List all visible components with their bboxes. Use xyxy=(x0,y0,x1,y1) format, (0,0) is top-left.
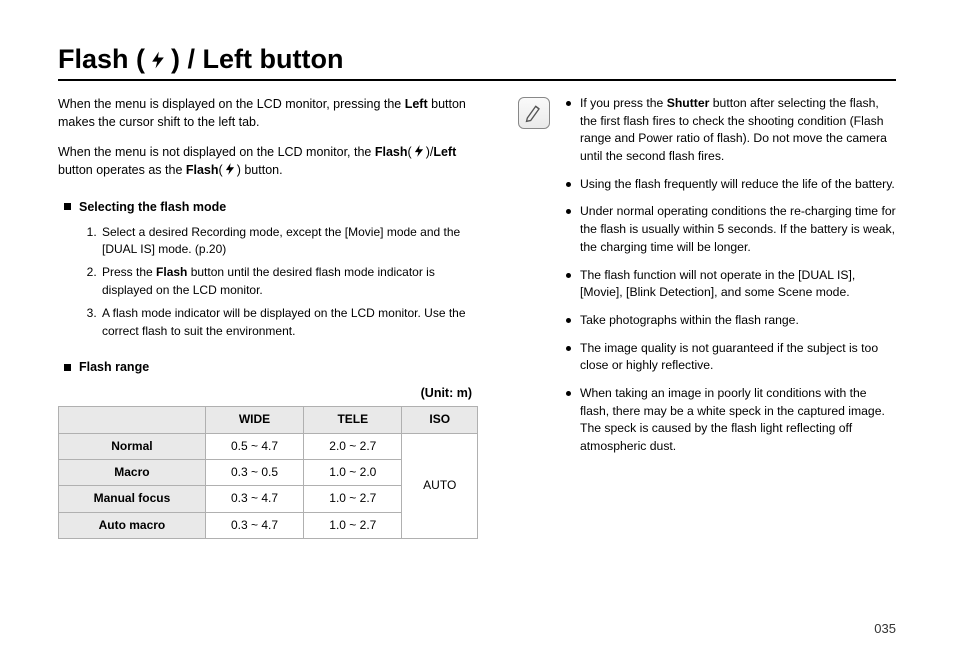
flash-icon xyxy=(412,144,426,158)
table-corner xyxy=(59,407,206,433)
step-item: A flash mode indicator will be displayed… xyxy=(100,305,478,340)
left-label: Left xyxy=(405,97,428,111)
square-bullet-icon xyxy=(64,364,71,371)
cell-tele: 2.0 ~ 2.7 xyxy=(304,433,402,459)
text: If you press the xyxy=(580,96,667,110)
text: When the menu is not displayed on the LC… xyxy=(58,145,375,159)
text: Press the xyxy=(102,265,156,279)
right-column: If you press the Shutter button after se… xyxy=(518,95,896,539)
flash-range-table: WIDE TELE ISO Normal 0.5 ~ 4.7 2.0 ~ 2.7… xyxy=(58,406,478,539)
cell-tele: 1.0 ~ 2.0 xyxy=(304,460,402,486)
flash-icon xyxy=(147,49,169,71)
col-header-iso: ISO xyxy=(402,407,478,433)
intro-paragraph-1: When the menu is displayed on the LCD mo… xyxy=(58,95,478,131)
note-box: If you press the Shutter button after se… xyxy=(518,95,896,466)
list-item: If you press the Shutter button after se… xyxy=(564,95,896,166)
list-item: When taking an image in poorly lit condi… xyxy=(564,385,896,456)
col-header-wide: WIDE xyxy=(205,407,303,433)
row-label: Manual focus xyxy=(59,486,206,512)
intro-paragraph-2: When the menu is not displayed on the LC… xyxy=(58,143,478,179)
heading-text: Flash range xyxy=(79,358,149,376)
square-bullet-icon xyxy=(64,203,71,210)
note-icon xyxy=(518,97,550,129)
left-label: Left xyxy=(433,145,456,159)
content-columns: When the menu is displayed on the LCD mo… xyxy=(58,95,896,539)
cell-tele: 1.0 ~ 2.7 xyxy=(304,486,402,512)
step-item: Select a desired Recording mode, except … xyxy=(100,224,478,259)
left-column: When the menu is displayed on the LCD mo… xyxy=(58,95,478,539)
text: ) button. xyxy=(237,163,283,177)
flash-label: Flash xyxy=(156,265,187,279)
text: When the menu is displayed on the LCD mo… xyxy=(58,97,405,111)
cell-wide: 0.3 ~ 0.5 xyxy=(205,460,303,486)
cell-wide: 0.3 ~ 4.7 xyxy=(205,486,303,512)
page-number: 035 xyxy=(874,621,896,636)
section-heading-range: Flash range xyxy=(58,358,478,376)
title-suffix: ) / Left button xyxy=(171,44,343,75)
flash-label: Flash xyxy=(186,163,219,177)
cell-iso: AUTO xyxy=(402,433,478,539)
cell-tele: 1.0 ~ 2.7 xyxy=(304,512,402,538)
list-item: Using the flash frequently will reduce t… xyxy=(564,176,896,194)
notes-list: If you press the Shutter button after se… xyxy=(564,95,896,466)
unit-label: (Unit: m) xyxy=(58,384,472,402)
list-item: The image quality is not guaranteed if t… xyxy=(564,340,896,375)
heading-text: Selecting the flash mode xyxy=(79,198,226,216)
section-heading-selecting: Selecting the flash mode xyxy=(58,198,478,216)
steps-list: Select a desired Recording mode, except … xyxy=(58,224,478,340)
list-item: The flash function will not operate in t… xyxy=(564,267,896,302)
list-item: Take photographs within the flash range. xyxy=(564,312,896,330)
table-header-row: WIDE TELE ISO xyxy=(59,407,478,433)
row-label: Normal xyxy=(59,433,206,459)
page-title: Flash ( ) / Left button xyxy=(58,44,896,81)
row-label: Macro xyxy=(59,460,206,486)
list-item: Under normal operating conditions the re… xyxy=(564,203,896,256)
col-header-tele: TELE xyxy=(304,407,402,433)
title-prefix: Flash ( xyxy=(58,44,145,75)
cell-wide: 0.5 ~ 4.7 xyxy=(205,433,303,459)
shutter-label: Shutter xyxy=(667,96,710,110)
flash-label: Flash xyxy=(375,145,408,159)
step-item: Press the Flash button until the desired… xyxy=(100,264,478,299)
manual-page: Flash ( ) / Left button When the menu is… xyxy=(0,0,954,660)
text: button operates as the xyxy=(58,163,186,177)
flash-icon xyxy=(223,162,237,176)
row-label: Auto macro xyxy=(59,512,206,538)
cell-wide: 0.3 ~ 4.7 xyxy=(205,512,303,538)
table-row: Normal 0.5 ~ 4.7 2.0 ~ 2.7 AUTO xyxy=(59,433,478,459)
